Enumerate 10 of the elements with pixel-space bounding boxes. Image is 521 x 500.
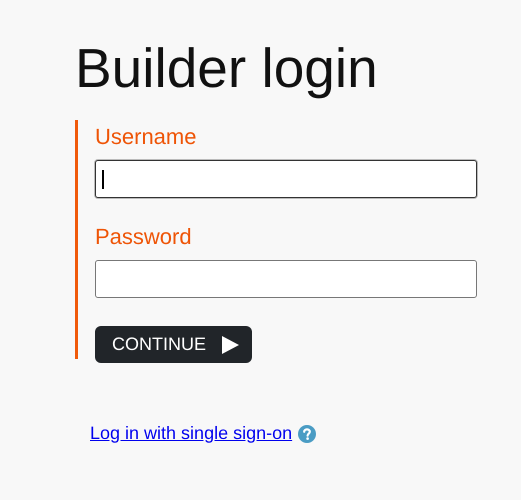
- page-title: Builder login: [75, 36, 378, 100]
- text-caret: [102, 170, 104, 189]
- continue-button[interactable]: CONTINUE: [95, 326, 252, 363]
- sso-link[interactable]: Log in with single sign-on: [90, 423, 292, 444]
- field-label: Username: [95, 124, 196, 150]
- help-icon[interactable]: [298, 424, 316, 442]
- play-icon: [220, 334, 240, 354]
- input-field[interactable]: [95, 260, 477, 298]
- input-field[interactable]: [95, 160, 477, 198]
- field-label: Password: [95, 224, 192, 250]
